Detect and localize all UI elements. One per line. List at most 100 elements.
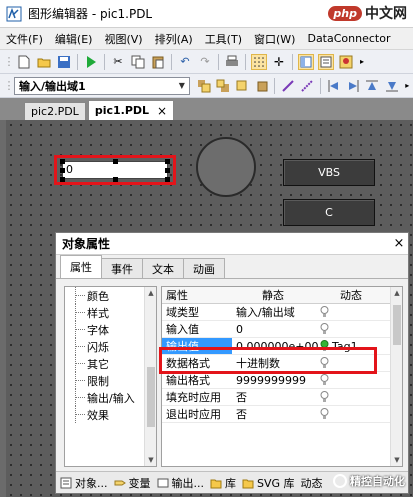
lightbulb-icon[interactable] <box>320 306 329 318</box>
tab-text[interactable]: 文本 <box>142 258 184 278</box>
table-row[interactable]: 退出时应用 否 <box>162 406 402 423</box>
backward-icon[interactable] <box>254 78 269 94</box>
close-icon[interactable]: × <box>157 104 167 118</box>
dock-tab-dynamic[interactable]: 动态 <box>301 475 323 491</box>
dock-tab-svg-library[interactable]: SVG 库 <box>242 475 295 491</box>
selection-handle[interactable] <box>113 159 118 164</box>
dock-tab-objects[interactable]: 对象... <box>60 475 108 491</box>
selection-handle[interactable] <box>60 168 65 173</box>
row-static[interactable]: 否 <box>232 389 314 405</box>
chevron-down-icon[interactable]: ▼ <box>175 78 189 94</box>
new-file-icon[interactable] <box>16 54 32 70</box>
tab-animation[interactable]: 动画 <box>183 258 225 278</box>
library-icon[interactable] <box>338 54 354 70</box>
watermark-icon <box>333 474 347 488</box>
row-static[interactable]: 9999999999 <box>232 374 314 387</box>
connector-icon[interactable] <box>280 78 295 94</box>
menu-arrange[interactable]: 排列(A) <box>149 31 199 47</box>
open-folder-icon[interactable] <box>36 54 52 70</box>
lightbulb-icon[interactable] <box>320 391 329 403</box>
row-dynamic[interactable] <box>314 306 388 318</box>
toolbar-more-icon[interactable]: ▸ <box>358 54 366 70</box>
row-static[interactable]: 否 <box>232 406 314 422</box>
scroll-thumb[interactable] <box>393 305 401 345</box>
grid-toggle-icon[interactable] <box>251 53 267 70</box>
scroll-up-icon[interactable]: ▲ <box>145 287 156 299</box>
scroll-up-icon[interactable]: ▲ <box>391 287 402 299</box>
cut-icon[interactable]: ✂ <box>110 54 126 70</box>
run-icon[interactable] <box>83 54 99 70</box>
row-dynamic[interactable] <box>314 323 388 335</box>
row-dynamic[interactable] <box>314 391 388 403</box>
tree-item-flash[interactable]: 闪烁 <box>65 338 156 355</box>
lightbulb-icon[interactable] <box>320 374 329 386</box>
menu-tools[interactable]: 工具(T) <box>199 31 248 47</box>
align-right-icon[interactable] <box>345 78 360 94</box>
properties-icon[interactable] <box>318 53 334 70</box>
redo-icon[interactable]: ↷ <box>197 54 213 70</box>
row-static[interactable]: 0 <box>232 323 314 336</box>
toolbar-more-icon[interactable]: ▸ <box>403 78 411 94</box>
table-row[interactable]: 填充时应用 否 <box>162 389 402 406</box>
row-dynamic[interactable] <box>314 408 388 420</box>
layers-icon[interactable] <box>298 53 314 70</box>
tab-properties[interactable]: 属性 <box>60 255 102 278</box>
table-row[interactable]: 输入值 0 <box>162 321 402 338</box>
menu-dataconnector[interactable]: DataConnector <box>301 32 396 45</box>
menu-view[interactable]: 视图(V) <box>98 31 148 47</box>
print-icon[interactable] <box>224 54 240 70</box>
tree-item-style[interactable]: 样式 <box>65 304 156 321</box>
selection-handle[interactable] <box>60 177 65 182</box>
dock-tab-output[interactable]: 输出... <box>157 475 204 491</box>
save-icon[interactable] <box>56 54 72 70</box>
selection-handle[interactable] <box>165 177 170 182</box>
snap-to-grid-icon[interactable]: ✛ <box>271 54 287 70</box>
align-bottom-icon[interactable] <box>384 78 399 94</box>
tree-scrollbar[interactable]: ▲ ▼ <box>144 287 156 466</box>
copy-icon[interactable] <box>130 54 146 70</box>
tree-item-output-input[interactable]: 输出/输入 <box>65 389 156 406</box>
menu-file[interactable]: 文件(F) <box>0 31 49 47</box>
selection-handle[interactable] <box>113 177 118 182</box>
scroll-down-icon[interactable]: ▼ <box>391 454 402 466</box>
undo-icon[interactable]: ↶ <box>177 54 193 70</box>
tree-item-font[interactable]: 字体 <box>65 321 156 338</box>
tree-item-other[interactable]: 其它 <box>65 355 156 372</box>
c-button[interactable]: C <box>283 199 375 226</box>
object-select-combo[interactable]: 输入/输出域1 ▼ <box>14 76 190 95</box>
tree-item-limits[interactable]: 限制 <box>65 372 156 389</box>
close-icon[interactable]: × <box>390 236 408 251</box>
doc-tab-pic2[interactable]: pic2.PDL <box>24 102 86 120</box>
selection-handle[interactable] <box>165 159 170 164</box>
menu-edit[interactable]: 编辑(E) <box>49 31 99 47</box>
row-dynamic[interactable] <box>314 374 388 386</box>
tree-item-color[interactable]: 颜色 <box>65 287 156 304</box>
table-row[interactable]: 输出格式 9999999999 <box>162 372 402 389</box>
dock-tab-library[interactable]: 库 <box>210 475 236 491</box>
paste-icon[interactable] <box>150 54 166 70</box>
forward-icon[interactable] <box>235 78 250 94</box>
scroll-down-icon[interactable]: ▼ <box>145 454 156 466</box>
send-to-back-icon[interactable] <box>215 78 230 94</box>
doc-tab-pic1[interactable]: pic1.PDL × <box>87 100 175 120</box>
selection-handle[interactable] <box>60 159 65 164</box>
folder-icon <box>242 479 254 488</box>
dock-tab-tags[interactable]: 变量 <box>114 475 151 491</box>
tree-item-effects[interactable]: 效果 <box>65 406 156 423</box>
align-top-icon[interactable] <box>365 78 380 94</box>
circle-object[interactable] <box>196 137 256 197</box>
grid-scrollbar[interactable]: ▲ ▼ <box>390 287 402 466</box>
selection-handle[interactable] <box>165 168 170 173</box>
io-field-highlight: 0 <box>54 155 176 185</box>
align-left-icon[interactable] <box>326 78 341 94</box>
vbs-button[interactable]: VBS <box>283 159 375 186</box>
table-row[interactable]: 域类型 输入/输出域 <box>162 304 402 321</box>
lightbulb-icon[interactable] <box>320 408 329 420</box>
bring-to-front-icon[interactable] <box>196 78 211 94</box>
scroll-thumb[interactable] <box>147 367 155 427</box>
row-static[interactable]: 输入/输出域 <box>232 304 314 320</box>
tab-events[interactable]: 事件 <box>101 258 143 278</box>
lightbulb-icon[interactable] <box>320 323 329 335</box>
connector-alt-icon[interactable] <box>300 78 315 94</box>
menu-window[interactable]: 窗口(W) <box>248 31 301 47</box>
